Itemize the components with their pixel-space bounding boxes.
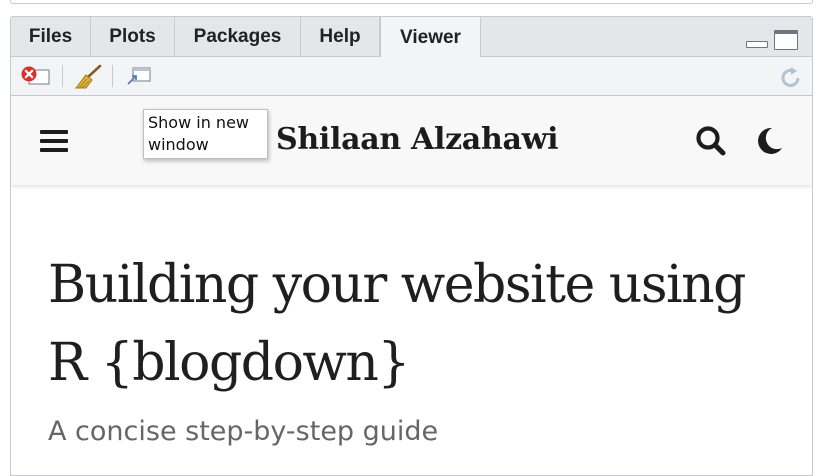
viewer-content: Shilaan Alzahawi Show in new window Buil…	[11, 96, 812, 475]
tab-viewer[interactable]: Viewer	[380, 17, 481, 58]
post-title: Building your website using R {blogdown}	[48, 255, 746, 393]
tab-plots[interactable]: Plots	[91, 17, 175, 56]
upper-pane-edge	[10, 0, 813, 4]
viewer-pane: Files Plots Packages Help Viewer Shilaan…	[10, 16, 813, 476]
tab-files[interactable]: Files	[11, 17, 91, 56]
hamburger-menu-icon[interactable]	[40, 130, 68, 152]
maximize-pane-button[interactable]	[774, 30, 798, 50]
site-navbar: Shilaan Alzahawi	[11, 96, 812, 185]
post-subtitle: A concise step-by-step guide	[48, 416, 439, 447]
tab-packages[interactable]: Packages	[175, 17, 301, 56]
refresh-icon[interactable]	[778, 65, 804, 91]
dark-mode-moon-icon[interactable]	[752, 124, 786, 158]
viewer-toolbar	[11, 57, 812, 96]
tab-help[interactable]: Help	[301, 17, 380, 56]
site-title[interactable]: Shilaan Alzahawi	[276, 122, 559, 157]
minimize-pane-button[interactable]	[746, 41, 768, 48]
remove-viewer-icon[interactable]	[20, 64, 52, 88]
pane-window-controls	[746, 30, 798, 50]
clear-viewer-broom-icon[interactable]	[74, 64, 104, 90]
search-icon[interactable]	[694, 124, 728, 158]
show-in-new-window-icon[interactable]	[124, 64, 154, 88]
pane-tab-bar: Files Plots Packages Help Viewer	[11, 17, 812, 58]
toolbar-separator	[112, 65, 113, 87]
toolbar-separator	[62, 65, 63, 87]
tooltip: Show in new window	[143, 109, 268, 159]
